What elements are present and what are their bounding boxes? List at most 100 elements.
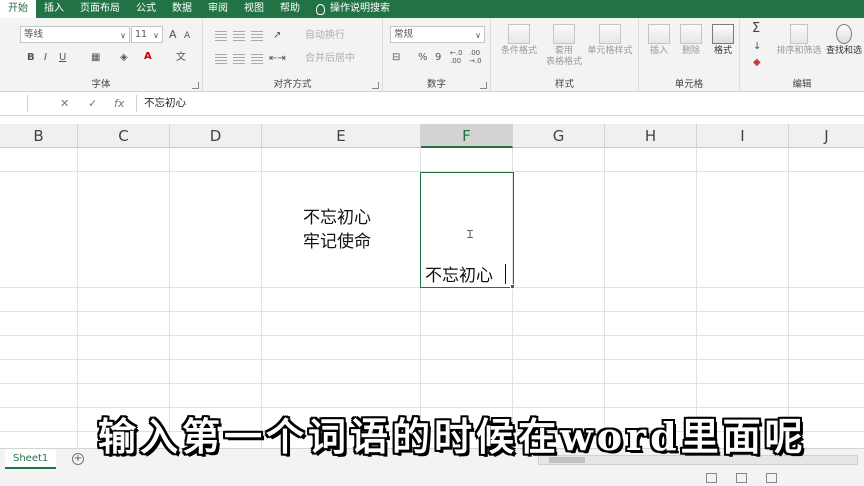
- cancel-entry-button[interactable]: ✕: [60, 95, 69, 112]
- wrap-text-button[interactable]: 自动换行: [305, 29, 345, 43]
- column-header-f[interactable]: F: [421, 124, 513, 148]
- delete-cells-button[interactable]: 删除: [677, 24, 705, 57]
- merge-center-button[interactable]: 合并后居中: [305, 52, 355, 66]
- grow-font-button[interactable]: A: [169, 28, 177, 42]
- fill-color-icon[interactable]: ◈: [120, 51, 128, 65]
- cells-group: 插入 删除 格式 单元格: [639, 18, 740, 92]
- name-box[interactable]: [0, 95, 28, 112]
- format-cells-button[interactable]: 格式: [709, 24, 737, 57]
- status-bar: [0, 470, 864, 486]
- format-as-table-button[interactable]: 套用 表格格式: [543, 24, 585, 68]
- add-sheet-button[interactable]: +: [72, 453, 84, 465]
- align-center-icon[interactable]: [233, 54, 245, 64]
- formula-bar: ✕ ✓ fx 不忘初心: [0, 92, 864, 116]
- cell-styles-button[interactable]: 单元格样式: [583, 24, 637, 57]
- formula-input[interactable]: 不忘初心: [136, 95, 864, 112]
- column-header-h[interactable]: H: [605, 124, 697, 148]
- text-caret: [505, 264, 506, 284]
- active-cell-text: 不忘初心: [425, 266, 493, 286]
- font-color-button[interactable]: A: [144, 50, 152, 64]
- alignment-group-label: 对齐方式: [273, 79, 312, 90]
- column-header-g[interactable]: G: [513, 124, 605, 148]
- column-header-j[interactable]: J: [789, 124, 864, 148]
- column-header-e[interactable]: E: [262, 124, 421, 148]
- insert-function-button[interactable]: fx: [114, 95, 124, 112]
- bottom-align-icon[interactable]: [251, 31, 263, 41]
- tab-data[interactable]: 数据: [164, 0, 200, 18]
- insert-cells-button[interactable]: 插入: [645, 24, 673, 57]
- conditional-formatting-button[interactable]: 条件格式: [495, 24, 543, 57]
- find-select-label: 查找和选: [825, 46, 862, 56]
- format-cells-label: 格式: [713, 46, 732, 56]
- delete-cells-label: 删除: [681, 46, 700, 56]
- clear-icon[interactable]: ◆: [753, 56, 761, 70]
- column-header-row: B C D E F G H I J: [0, 124, 864, 148]
- tab-insert[interactable]: 插入: [36, 0, 72, 18]
- page-break-view-icon[interactable]: [766, 473, 777, 483]
- page-layout-view-icon[interactable]: [736, 473, 747, 483]
- ibeam-cursor-icon: Ɪ: [467, 228, 474, 241]
- accounting-format-icon[interactable]: ⊟: [392, 51, 400, 65]
- phonetic-button[interactable]: 文: [176, 51, 186, 65]
- lightbulb-icon: [316, 3, 325, 15]
- underline-button[interactable]: U: [59, 51, 66, 65]
- insert-cells-icon: [648, 24, 670, 44]
- tab-formulas[interactable]: 公式: [128, 0, 164, 18]
- dialog-launcher-icon[interactable]: [192, 82, 199, 89]
- sheet-tab-sheet1[interactable]: Sheet1: [5, 449, 57, 469]
- styles-group-label: 样式: [554, 79, 574, 90]
- tell-me-search[interactable]: 操作说明搜索: [308, 0, 398, 18]
- format-as-table-icon: [553, 24, 575, 44]
- column-header-b[interactable]: B: [0, 124, 78, 148]
- font-size-combo[interactable]: 11 ∨: [131, 26, 163, 43]
- dialog-launcher-icon[interactable]: [480, 82, 487, 89]
- tab-home[interactable]: 开始: [0, 0, 36, 18]
- tab-help[interactable]: 帮助: [272, 0, 308, 18]
- normal-view-icon[interactable]: [706, 473, 717, 483]
- align-right-icon[interactable]: [251, 54, 263, 64]
- styles-group: 条件格式 套用 表格格式 单元格样式 样式: [491, 18, 639, 92]
- autosum-button[interactable]: Σ: [752, 22, 760, 36]
- bold-button[interactable]: B: [27, 51, 35, 65]
- increase-decimal-button[interactable]: ←.0 .00: [450, 49, 468, 65]
- tab-view[interactable]: 视图: [236, 0, 272, 18]
- shrink-font-button[interactable]: A: [184, 29, 190, 43]
- number-format-combo[interactable]: 常规 ∨: [390, 26, 485, 43]
- dialog-launcher-icon[interactable]: [372, 82, 379, 89]
- conditional-formatting-icon: [508, 24, 530, 44]
- magnifier-icon: [836, 24, 852, 44]
- delete-cells-icon: [680, 24, 702, 44]
- font-name-combo[interactable]: 等线 ∨: [20, 26, 130, 43]
- indent-icon[interactable]: ⇤⇥: [269, 52, 286, 66]
- fill-handle[interactable]: [510, 284, 515, 289]
- chevron-down-icon: ∨: [475, 31, 481, 40]
- column-header-i[interactable]: I: [697, 124, 789, 148]
- align-left-icon[interactable]: [215, 54, 227, 64]
- top-align-icon[interactable]: [215, 31, 227, 41]
- decrease-decimal-button[interactable]: .00 →.0: [469, 49, 487, 65]
- font-size-value: 11: [135, 29, 148, 40]
- comma-style-button[interactable]: 9: [435, 51, 441, 65]
- fill-icon[interactable]: ↓: [753, 40, 761, 54]
- font-name-value: 等线: [24, 29, 44, 40]
- orientation-icon[interactable]: ↗: [273, 29, 281, 43]
- sort-filter-button[interactable]: 排序和筛选: [776, 24, 822, 57]
- font-group: 等线 ∨ 11 ∨ A A B I U ▦ ◈ A 文 字体: [0, 18, 203, 92]
- column-header-d[interactable]: D: [170, 124, 262, 148]
- conditional-formatting-label: 条件格式: [500, 46, 537, 56]
- find-select-button[interactable]: 查找和选: [824, 24, 864, 57]
- format-as-table-label-2: 表格格式: [545, 57, 582, 67]
- cell-e-line2: 牢记使命: [303, 232, 371, 252]
- italic-button[interactable]: I: [44, 51, 47, 65]
- cell-styles-icon: [599, 24, 621, 44]
- number-group-label: 数字: [426, 79, 446, 90]
- column-header-c[interactable]: C: [78, 124, 170, 148]
- percent-button[interactable]: %: [418, 51, 428, 65]
- tab-review[interactable]: 审阅: [200, 0, 236, 18]
- borders-icon[interactable]: ▦: [91, 51, 100, 65]
- middle-align-icon[interactable]: [233, 31, 245, 41]
- cell-styles-label: 单元格样式: [587, 46, 633, 56]
- confirm-entry-button[interactable]: ✓: [88, 95, 97, 112]
- tell-me-label: 操作说明搜索: [330, 3, 390, 14]
- tab-page-layout[interactable]: 页面布局: [72, 0, 128, 18]
